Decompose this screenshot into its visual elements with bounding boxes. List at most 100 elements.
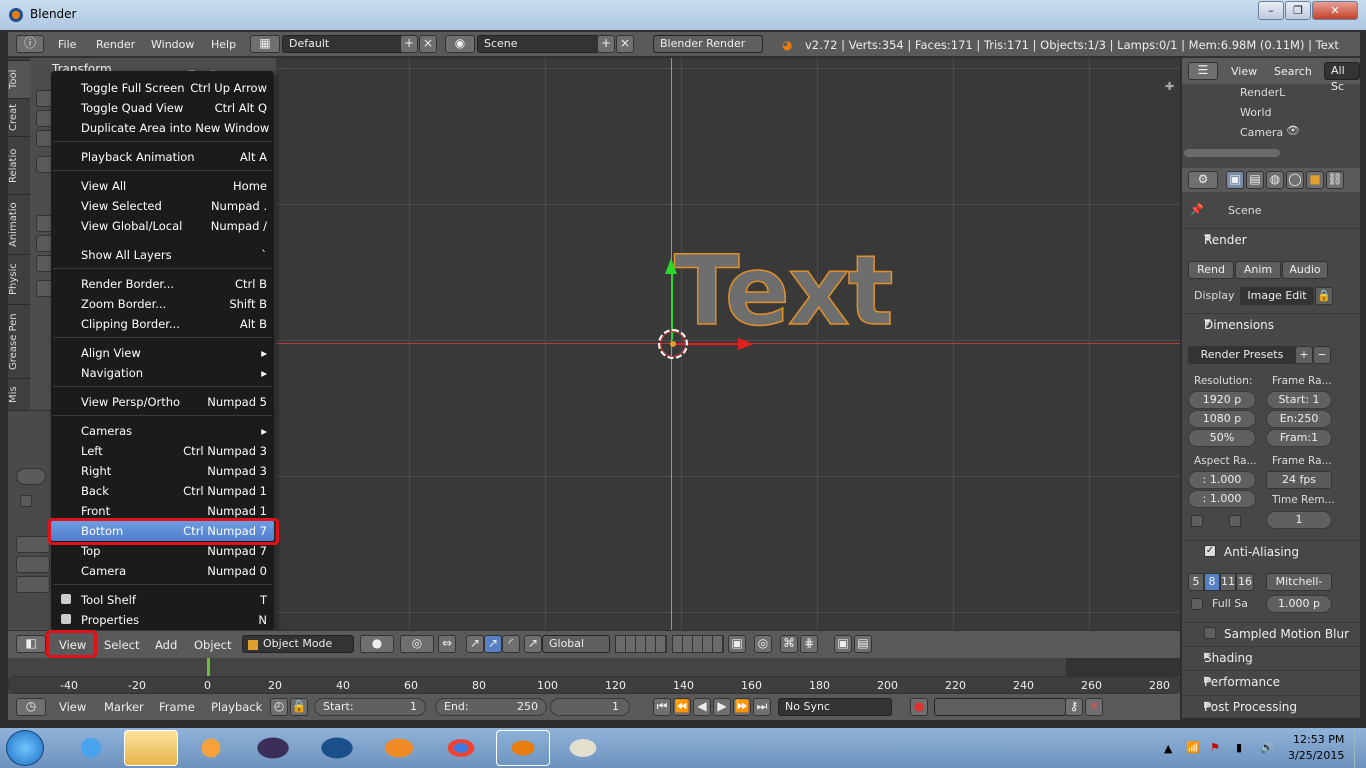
tab-animation[interactable]: Animatio	[8, 194, 30, 254]
info-editor-icon[interactable]: ⓘ	[16, 35, 44, 53]
menu-item-right[interactable]: Right Numpad 3	[51, 461, 274, 481]
outliner-filter-select[interactable]: All Sc	[1324, 62, 1360, 93]
timeline-playback-menu[interactable]: Playback	[211, 700, 262, 714]
select-menu-button[interactable]: Select	[104, 638, 139, 652]
add-preset-button[interactable]: +	[1295, 346, 1313, 364]
menu-item-cameras[interactable]: Cameras ▸	[51, 421, 274, 441]
render-engine-select[interactable]: Blender Render	[653, 35, 763, 53]
viewport-corner-plus-icon[interactable]: ✚	[1165, 80, 1174, 93]
scene-field[interactable]: Scene	[477, 35, 599, 53]
render-menu[interactable]: Render	[96, 38, 135, 51]
anti-aliasing-checkbox[interactable]: ✓	[1204, 545, 1216, 557]
render-presets-select[interactable]: Render Presets	[1188, 346, 1296, 364]
orientation-icon[interactable]: ↗	[524, 635, 542, 653]
tray-arrow-icon[interactable]: ▲	[1164, 742, 1172, 755]
resolution-x-field[interactable]: 1920 p	[1188, 391, 1256, 409]
world-tab-icon[interactable]: ◯	[1286, 171, 1304, 189]
timeline-marker-menu[interactable]: Marker	[104, 700, 144, 714]
aa-samples-11[interactable]: 11	[1220, 573, 1236, 591]
start-frame-field[interactable]: Start: 1	[1266, 391, 1332, 409]
insert-keyframe-icon[interactable]: ⚷	[1065, 698, 1083, 716]
help-menu[interactable]: Help	[211, 38, 236, 51]
battery-icon[interactable]: ▮	[1236, 741, 1242, 754]
explorer-icon[interactable]	[124, 730, 178, 766]
menu-item-toggle-quad-view[interactable]: Toggle Quad View Ctrl Alt Q	[51, 98, 274, 118]
add-menu-button[interactable]: Add	[155, 638, 177, 652]
render-tab-icon[interactable]: ▣	[1226, 171, 1244, 189]
dimensions-panel-header[interactable]: ▼ Dimensions	[1182, 313, 1360, 335]
outliner-view-menu[interactable]: View	[1231, 65, 1257, 78]
shading-panel-header[interactable]: ▶ Shading	[1182, 646, 1360, 668]
snap-toggle-icon[interactable]: ⌘	[780, 635, 798, 653]
menu-item-view-selected[interactable]: View Selected Numpad .	[51, 196, 274, 216]
timeline-ruler[interactable]	[8, 676, 1180, 694]
flag-icon[interactable]: ⚑	[1210, 741, 1220, 754]
paint-icon[interactable]	[556, 730, 610, 766]
outliner-scrollbar[interactable]	[1184, 149, 1280, 157]
render-opengl-icon[interactable]: ▣	[834, 635, 852, 653]
mode-select[interactable]: Object Mode	[242, 635, 354, 653]
remove-scene-button[interactable]: ×	[616, 35, 634, 53]
add-layout-button[interactable]: +	[400, 35, 418, 53]
remove-layout-button[interactable]: ×	[419, 35, 437, 53]
outliner-item-camera[interactable]: Camera	[1240, 126, 1283, 139]
menu-item-view-global-local[interactable]: View Global/Local Numpad /	[51, 216, 274, 236]
layers-grid-2[interactable]	[672, 635, 724, 653]
clock-date[interactable]: 3/25/2015	[1288, 749, 1344, 762]
media-player-icon[interactable]	[184, 730, 238, 766]
close-button[interactable]: ✕	[1312, 1, 1358, 20]
show-desktop-button[interactable]	[1354, 728, 1366, 768]
layers-grid-1[interactable]	[615, 635, 667, 653]
object-menu-button[interactable]: Object	[194, 638, 231, 652]
file-menu[interactable]: File	[58, 38, 76, 51]
layout-icon[interactable]: ▦	[250, 35, 280, 53]
menu-item-view-all[interactable]: View All Home	[51, 176, 274, 196]
scale-manipulator[interactable]: ◜	[502, 635, 520, 653]
resolution-percent-field[interactable]: 50%	[1188, 429, 1256, 447]
tab-relations[interactable]: Relatio	[8, 136, 30, 194]
display-select[interactable]: Image Edit	[1240, 287, 1314, 305]
transform-orientation-select[interactable]: Global	[542, 635, 610, 653]
manipulator-toggle[interactable]: ⇔	[438, 635, 456, 653]
start-frame-input[interactable]: Start: 1	[314, 698, 426, 716]
menu-item-render-border[interactable]: Render Border... Ctrl B	[51, 274, 274, 294]
render-audio-button[interactable]: Audio	[1282, 261, 1328, 279]
jump-end-icon[interactable]: ⏭	[753, 698, 771, 716]
frame-step-field[interactable]: Fram:1	[1266, 429, 1332, 447]
menu-item-toggle-full-screen[interactable]: Toggle Full Screen Ctrl Up Arrow	[51, 78, 274, 98]
pivot-point-select[interactable]: ◎	[400, 635, 434, 653]
menu-item-view-persp-ortho[interactable]: View Persp/Ortho Numpad 5	[51, 392, 274, 412]
aa-samples-5[interactable]: 5	[1188, 573, 1204, 591]
menu-item-align-view[interactable]: Align View ▸	[51, 343, 274, 363]
render-image-button[interactable]: Rend	[1188, 261, 1234, 279]
viewport-shading-select[interactable]: ●	[360, 635, 394, 653]
menu-item-tool-shelf[interactable]: Tool Shelf T	[51, 590, 274, 610]
menu-item-clipping-border[interactable]: Clipping Border... Alt B	[51, 314, 274, 334]
outliner-editor-icon[interactable]: ☰	[1188, 62, 1218, 80]
menu-item-navigation[interactable]: Navigation ▸	[51, 363, 274, 383]
current-frame-input[interactable]: 1	[550, 698, 630, 716]
scene-tab-icon[interactable]: ◍	[1266, 171, 1284, 189]
end-frame-input[interactable]: End: 250	[435, 698, 547, 716]
menu-item-playback-animation[interactable]: Playback Animation Alt A	[51, 147, 274, 167]
tab-physics[interactable]: Physic	[8, 254, 30, 304]
add-scene-button[interactable]: +	[597, 35, 615, 53]
filter-size-field[interactable]: 1.000 p	[1266, 595, 1332, 613]
display-lock-icon[interactable]: 🔒	[1315, 287, 1333, 305]
performance-panel-header[interactable]: ▶ Performance	[1182, 670, 1360, 692]
resolution-y-field[interactable]: 1080 p	[1188, 410, 1256, 428]
tab-create[interactable]: Creat	[8, 98, 30, 136]
aa-filter-select[interactable]: Mitchell-	[1266, 573, 1332, 591]
scene-icon[interactable]: ◉	[445, 35, 475, 53]
proportional-edit-icon[interactable]: ◎	[754, 635, 772, 653]
tab-misc[interactable]: Mis	[8, 378, 30, 410]
visibility-eye-icon[interactable]: 👁	[1286, 124, 1300, 137]
menu-item-back[interactable]: Back Ctrl Numpad 1	[51, 481, 274, 501]
outliner-item-renderlayers[interactable]: RenderL	[1240, 86, 1285, 99]
ie-icon[interactable]	[64, 730, 118, 766]
menu-item-zoom-border[interactable]: Zoom Border... Shift B	[51, 294, 274, 314]
constraints-tab-icon[interactable]: ⛓	[1326, 171, 1344, 189]
window-menu[interactable]: Window	[151, 38, 194, 51]
volume-icon[interactable]: 🔊	[1260, 741, 1274, 754]
aspect-y-field[interactable]: : 1.000	[1188, 490, 1256, 508]
